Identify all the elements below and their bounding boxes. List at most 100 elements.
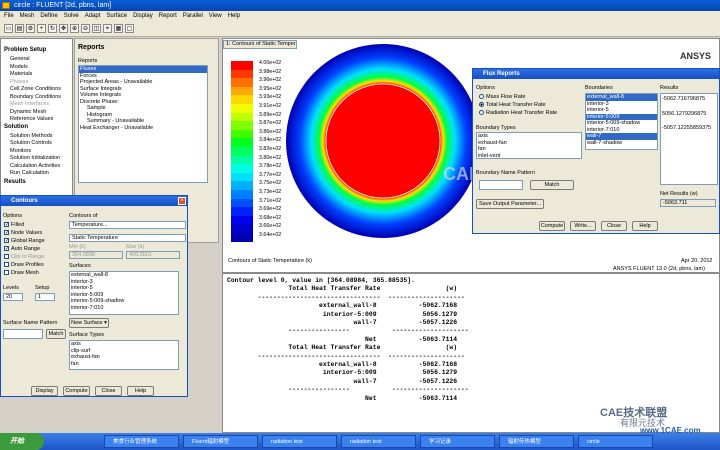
taskbar-task[interactable]: 学习记录 — [420, 435, 495, 448]
flux-option-label: Total Heat Transfer Rate — [486, 102, 546, 108]
flux-close-button[interactable]: Close — [601, 221, 627, 231]
save-output-parameter-button[interactable]: Save Output Parameter... — [476, 199, 544, 209]
rotate-icon[interactable]: ↻ — [48, 24, 57, 33]
tree-item-solution-initialization[interactable]: Solution Initialization — [10, 155, 60, 161]
levels-label: Levels — [3, 285, 19, 291]
menu-item-display[interactable]: Display — [133, 13, 153, 19]
zoom-in-icon[interactable]: + — [37, 24, 46, 33]
menu-item-adapt[interactable]: Adapt — [85, 13, 101, 19]
contour-option-checkbox[interactable]: Draw Profiles — [4, 262, 44, 268]
radio-icon — [479, 110, 484, 116]
tree-item-boundary-conditions[interactable]: Boundary Conditions — [10, 94, 61, 100]
legend-swatch — [231, 164, 253, 173]
flux-write-button[interactable]: Write... — [570, 221, 596, 231]
taskbar-task[interactable]: radiation test — [262, 435, 337, 448]
move-icon[interactable]: ✥ — [59, 24, 68, 33]
taskbar-task[interactable]: radiation test — [341, 435, 416, 448]
legend-swatch — [231, 224, 253, 233]
contour-help-button[interactable]: Help — [127, 386, 154, 396]
flux-help-button[interactable]: Help — [632, 221, 658, 231]
flux-option-radio[interactable]: ● Total Heat Transfer Rate — [479, 102, 546, 108]
surfaces-list[interactable]: external_wall-8 interior-3 interior-5 inter… — [69, 271, 179, 315]
tree-item-dynamic-mesh[interactable]: Dynamic Mesh — [10, 109, 46, 115]
console-line: external_wall-8 -5062.7168 — [227, 361, 458, 369]
tree-item-calculation-activities[interactable]: Calculation Activities — [10, 163, 60, 169]
close-icon[interactable]: × — [178, 197, 186, 205]
report-item[interactable]: Heat Exchanger - Unavailable — [79, 125, 207, 132]
gear-icon[interactable]: ⚙ — [26, 24, 35, 33]
contour-option-checkbox[interactable]: ✓ Auto Range — [4, 246, 40, 252]
menu-item-file[interactable]: File — [4, 13, 14, 19]
window-icon[interactable]: ▢ — [125, 24, 134, 33]
tree-item-general[interactable]: General — [10, 56, 30, 62]
boundary-types-label: Boundary Types — [476, 125, 516, 131]
probe-icon[interactable]: ⌖ — [103, 24, 112, 33]
contour-option-checkbox[interactable]: Clip to Range — [4, 254, 44, 260]
tree-item-monitors[interactable]: Monitors — [10, 148, 31, 154]
tree-item-run-calculation[interactable]: Run Calculation — [10, 170, 49, 176]
tree-item-models[interactable]: Models — [10, 64, 28, 70]
save-icon[interactable]: ▤ — [15, 24, 24, 33]
tree-item-phases[interactable]: Phases — [10, 79, 28, 85]
flux-match-button[interactable]: Match — [530, 180, 574, 190]
boundary-type-item[interactable]: inlet-vent — [477, 153, 581, 159]
menu-item-view[interactable]: View — [209, 13, 222, 19]
tree-item-mesh-interfaces[interactable]: Mesh Interfaces — [10, 101, 49, 107]
boundary-name-pattern-input[interactable] — [479, 180, 523, 190]
contours-sub-select[interactable]: Static Temperature — [69, 234, 186, 242]
taskbar-task[interactable]: 美食行业管理系统 — [104, 435, 179, 448]
taskbar-task[interactable]: Fluent辐射模型 — [183, 435, 258, 448]
levels-input[interactable]: 20 — [3, 293, 23, 301]
menu-item-surface[interactable]: Surface — [106, 13, 127, 19]
surface-types-list[interactable]: axis clip-surf exhaust-fan fan — [69, 340, 179, 370]
reports-list[interactable]: Fluxes Forces Projected Areas - Unavailabl… — [78, 65, 208, 183]
taskbar-task[interactable]: circle — [578, 435, 653, 448]
console-line: wall-7 -5057.1226 — [227, 319, 458, 327]
menu-item-help[interactable]: Help — [228, 13, 240, 19]
legend-label: 3.66e+02 — [259, 223, 282, 230]
tree-item-cell-zone-conditions[interactable]: Cell Zone Conditions — [10, 86, 61, 92]
contour-compute-button[interactable]: Compute — [63, 386, 90, 396]
legend-label: 3.84e+02 — [259, 137, 282, 144]
tree-item-solution-methods[interactable]: Solution Methods — [10, 133, 53, 139]
boundary-types-list[interactable]: axis exhaust-fan fan inlet-vent — [476, 132, 582, 159]
zoom-out-icon[interactable]: ⊖ — [81, 24, 90, 33]
contour-option-checkbox[interactable]: Draw Mesh — [4, 270, 39, 276]
layout-icon[interactable]: ▦ — [114, 24, 123, 33]
fit-icon[interactable]: ◫ — [92, 24, 101, 33]
boundary-item[interactable]: wall-7-shadow — [586, 140, 657, 147]
console-line: Net -5063.7114 — [227, 394, 458, 402]
menu-item-define[interactable]: Define — [40, 13, 57, 19]
tree-results[interactable]: Results — [4, 179, 26, 185]
tree-solution[interactable]: Solution — [4, 124, 28, 130]
contour-display-button[interactable]: Display — [31, 386, 58, 396]
surface-match-button[interactable]: Match — [46, 329, 66, 339]
open-icon[interactable]: ▭ — [4, 24, 13, 33]
menu-item-mesh[interactable]: Mesh — [20, 13, 35, 19]
contour-close-button[interactable]: Close — [95, 386, 122, 396]
new-surface-button[interactable]: New Surface ▾ — [69, 318, 109, 328]
flux-option-radio[interactable]: Radiation Heat Transfer Rate — [479, 110, 557, 116]
menu-item-report[interactable]: Report — [159, 13, 177, 19]
flux-option-radio[interactable]: Mass Flow Rate — [479, 94, 525, 100]
menu-item-parallel[interactable]: Parallel — [183, 13, 203, 19]
tree-item-solution-controls[interactable]: Solution Controls — [10, 140, 52, 146]
menu-item-solve[interactable]: Solve — [64, 13, 79, 19]
start-button[interactable]: 开始 — [0, 433, 44, 450]
contour-option-checkbox[interactable]: ✓ Node Values — [4, 230, 42, 236]
contours-of-select[interactable]: Temperature... — [69, 221, 186, 229]
surface-name-pattern-input[interactable] — [3, 329, 43, 339]
surface-item[interactable]: interior-7:010 — [70, 305, 178, 312]
tree-problem-setup[interactable]: Problem Setup — [4, 47, 46, 53]
contour-option-checkbox[interactable]: ✓ Filled — [4, 222, 24, 228]
setup-input[interactable]: 1 — [35, 293, 55, 301]
boundaries-list[interactable]: external_wall-8 interior-3 interior-5 inter… — [585, 93, 658, 150]
contour-option-checkbox[interactable]: ✓ Global Range — [4, 238, 45, 244]
flux-compute-button[interactable]: Compute — [539, 221, 565, 231]
taskbar-task[interactable]: 辐射传热模型 — [499, 435, 574, 448]
surface-types-label: Surface Types — [69, 332, 105, 338]
zoom-icon[interactable]: ⊕ — [70, 24, 79, 33]
surface-type-item[interactable]: fan — [70, 361, 178, 368]
tree-item-reference-values[interactable]: Reference Values — [10, 116, 53, 122]
tree-item-materials[interactable]: Materials — [10, 71, 32, 77]
